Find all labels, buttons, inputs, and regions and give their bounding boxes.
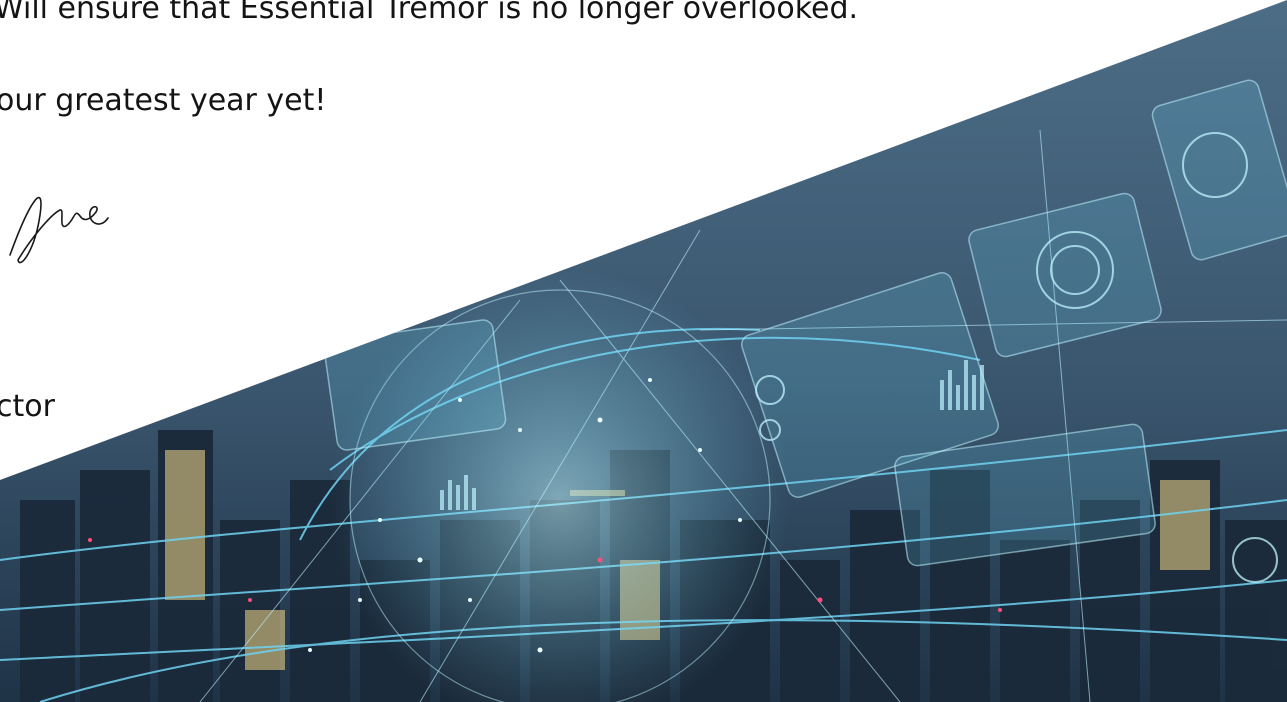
city-network-graphic	[0, 0, 1287, 702]
